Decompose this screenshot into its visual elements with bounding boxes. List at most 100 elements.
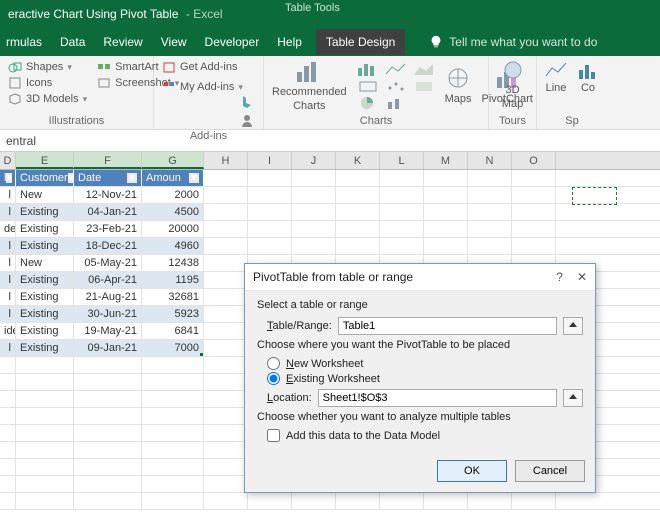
- cell-date[interactable]: 19-May-21: [74, 323, 142, 339]
- menu-developer[interactable]: Developer: [205, 35, 260, 49]
- cell-date[interactable]: 23-Feb-21: [74, 221, 142, 237]
- col-N[interactable]: N: [468, 152, 512, 169]
- cell-d[interactable]: ide: [0, 323, 16, 339]
- col-G[interactable]: G: [142, 152, 204, 169]
- sparkline-column-button[interactable]: Co: [577, 60, 599, 94]
- table-header-customer[interactable]: Customer▾: [16, 170, 74, 186]
- bar-chart-icon[interactable]: [357, 62, 379, 76]
- col-H[interactable]: H: [204, 152, 248, 169]
- 3d-models-button[interactable]: 3D Models▾: [8, 92, 87, 106]
- table-range-input[interactable]: [338, 317, 557, 335]
- table-row[interactable]: lNew12-Nov-212000: [0, 187, 660, 204]
- cell-date[interactable]: 06-Apr-21: [74, 272, 142, 288]
- cell-customer[interactable]: Existing: [16, 238, 74, 254]
- my-addins-button[interactable]: My Add-ins▾: [162, 80, 255, 94]
- help-icon[interactable]: ?: [556, 270, 563, 284]
- cell-d[interactable]: l: [0, 187, 16, 203]
- cell-d[interactable]: l: [0, 255, 16, 271]
- cell-date[interactable]: 12-Nov-21: [74, 187, 142, 203]
- col-K[interactable]: K: [336, 152, 380, 169]
- cell-d[interactable]: l: [0, 204, 16, 220]
- cell-amount[interactable]: 32681: [142, 289, 204, 305]
- cell-date[interactable]: 30-Jun-21: [74, 306, 142, 322]
- col-O[interactable]: O: [512, 152, 556, 169]
- menu-table-design[interactable]: Table Design: [316, 29, 405, 55]
- collapse-dialog-button[interactable]: [563, 317, 583, 335]
- col-E[interactable]: E: [16, 152, 74, 169]
- cell-date[interactable]: 04-Jan-21: [74, 204, 142, 220]
- get-addins-button[interactable]: Get Add-ins: [162, 60, 255, 74]
- col-L[interactable]: L: [380, 152, 424, 169]
- cell-d[interactable]: l: [0, 289, 16, 305]
- col-I[interactable]: I: [248, 152, 292, 169]
- icons-button[interactable]: Icons: [8, 76, 87, 90]
- cell-customer[interactable]: Existing: [16, 323, 74, 339]
- people-icon[interactable]: [239, 112, 255, 128]
- col-J[interactable]: J: [292, 152, 336, 169]
- cell-customer[interactable]: Existing: [16, 306, 74, 322]
- table-row[interactable]: deExisting23-Feb-2120000: [0, 221, 660, 238]
- bing-icon[interactable]: [239, 94, 255, 110]
- scatter-chart-icon[interactable]: [385, 79, 407, 93]
- cell-customer[interactable]: Existing: [16, 340, 74, 356]
- cell-amount[interactable]: 2000: [142, 187, 204, 203]
- pie-chart-icon[interactable]: [357, 96, 379, 110]
- cell-d[interactable]: l: [0, 272, 16, 288]
- radio-existing-worksheet[interactable]: Existing Worksheet: [267, 372, 583, 385]
- col-M[interactable]: M: [424, 152, 468, 169]
- cell-customer[interactable]: Existing: [16, 289, 74, 305]
- line-chart-icon[interactable]: [385, 62, 407, 76]
- col-D[interactable]: D: [0, 152, 16, 169]
- cell-amount[interactable]: 1195: [142, 272, 204, 288]
- cell-amount[interactable]: 6841: [142, 323, 204, 339]
- cell-d[interactable]: de: [0, 221, 16, 237]
- cell-customer[interactable]: Existing: [16, 204, 74, 220]
- formula-bar[interactable]: entral: [0, 130, 660, 152]
- menu-review[interactable]: Review: [103, 35, 142, 49]
- collapse-dialog-button-2[interactable]: [563, 389, 583, 407]
- shapes-button[interactable]: Shapes▾: [8, 60, 87, 74]
- close-icon[interactable]: ✕: [577, 270, 587, 284]
- 3d-map-button[interactable]: 3DMap: [497, 60, 528, 110]
- cell-amount[interactable]: 20000: [142, 221, 204, 237]
- table-header-date[interactable]: Date▾: [74, 170, 142, 186]
- cell-customer[interactable]: Existing: [16, 272, 74, 288]
- table-header-amount[interactable]: Amoun▾: [142, 170, 204, 186]
- combo-chart-icon[interactable]: [385, 96, 407, 110]
- menu-data[interactable]: Data: [60, 35, 85, 49]
- cell-date[interactable]: 09-Jan-21: [74, 340, 142, 356]
- table-row[interactable]: lExisting18-Dec-214960: [0, 238, 660, 255]
- cell-customer[interactable]: New: [16, 255, 74, 271]
- col-F[interactable]: F: [74, 152, 142, 169]
- menu-view[interactable]: View: [161, 35, 187, 49]
- table-row[interactable]: lExisting04-Jan-214500: [0, 204, 660, 221]
- cell-date[interactable]: 21-Aug-21: [74, 289, 142, 305]
- cell-amount[interactable]: 12438: [142, 255, 204, 271]
- menu-help[interactable]: Help: [277, 35, 302, 49]
- cell-d[interactable]: l: [0, 306, 16, 322]
- cell-customer[interactable]: Existing: [16, 221, 74, 237]
- radio-new-worksheet[interactable]: New Worksheet: [267, 357, 583, 370]
- hier-chart-icon[interactable]: [357, 79, 379, 93]
- cell-amount[interactable]: 5923: [142, 306, 204, 322]
- cell-customer[interactable]: New: [16, 187, 74, 203]
- tell-me[interactable]: Tell me what you want to do: [429, 35, 597, 49]
- cell-amount[interactable]: 7000: [142, 340, 204, 356]
- recommended-charts-button[interactable]: RecommendedCharts: [272, 60, 347, 112]
- table-header-partial[interactable]: l▾: [0, 170, 16, 186]
- checkbox-data-model[interactable]: Add this data to the Data Model: [267, 429, 583, 442]
- cell-amount[interactable]: 4960: [142, 238, 204, 254]
- cell-d[interactable]: l: [0, 238, 16, 254]
- location-input[interactable]: [318, 389, 557, 407]
- menu-formulas[interactable]: rmulas: [6, 35, 42, 49]
- cell-d[interactable]: l: [0, 340, 16, 356]
- cancel-button[interactable]: Cancel: [515, 460, 585, 482]
- ok-button[interactable]: OK: [437, 460, 507, 482]
- cell-date[interactable]: 05-May-21: [74, 255, 142, 271]
- cell-amount[interactable]: 4500: [142, 204, 204, 220]
- sparkline-line-button[interactable]: Line: [545, 60, 567, 94]
- cell-date[interactable]: 18-Dec-21: [74, 238, 142, 254]
- maps-button[interactable]: Maps: [445, 67, 472, 105]
- surface-chart-icon[interactable]: [413, 79, 435, 93]
- area-chart-icon[interactable]: [413, 62, 435, 76]
